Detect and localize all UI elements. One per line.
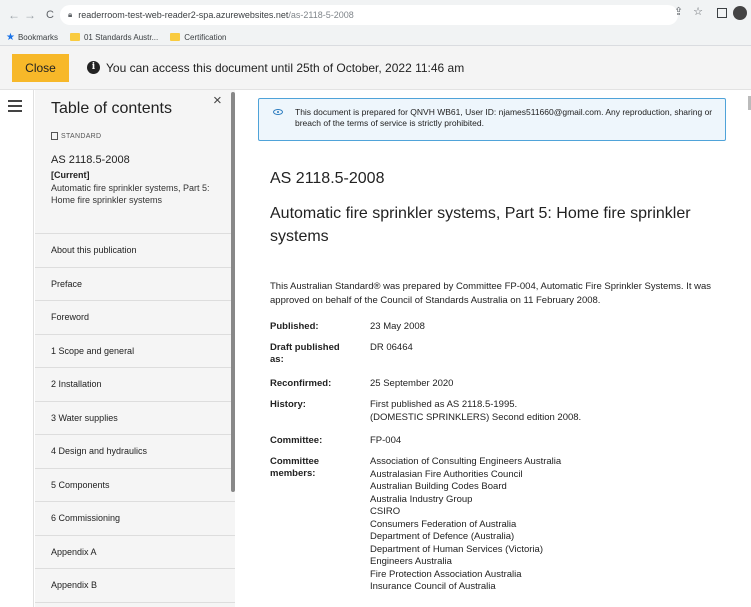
members-list: Association of Consulting Engineers Aust… bbox=[370, 456, 740, 594]
toc-list: About this publication Preface Foreword … bbox=[35, 233, 235, 603]
meta-key: Committee: bbox=[270, 435, 323, 446]
document-code: AS 2118.5-2008 bbox=[270, 170, 385, 187]
star-icon: ★ bbox=[6, 31, 15, 43]
history-line: (DOMESTIC SPRINKLERS) Second edition 200… bbox=[370, 411, 582, 423]
toc-item-water[interactable]: 3 Water supplies bbox=[35, 402, 235, 435]
toc-item-foreword[interactable]: Foreword bbox=[35, 301, 235, 335]
standard-status: [Current] bbox=[51, 170, 90, 180]
meta-value: FP-004 bbox=[370, 435, 402, 446]
back-arrow-icon[interactable]: ← bbox=[6, 8, 22, 22]
menu-icon[interactable] bbox=[8, 100, 22, 115]
history-line: First published as AS 2118.5-1995. bbox=[370, 399, 518, 410]
info-icon: i bbox=[87, 61, 100, 74]
eye-icon bbox=[273, 109, 283, 115]
toc-title: Table of contents bbox=[51, 100, 172, 117]
sidepanel-icon[interactable] bbox=[717, 8, 727, 18]
address-bar[interactable]: 🔒︎ readerroom-test-web-reader2-spa.azure… bbox=[60, 5, 678, 25]
member-item: Australasian Fire Authorities Council bbox=[370, 468, 523, 480]
close-icon[interactable]: × bbox=[213, 92, 222, 109]
badge-label: STANDARD bbox=[61, 132, 102, 140]
url-host: readerroom-test-web-reader2-spa.azureweb… bbox=[78, 10, 289, 20]
document-intro: This Australian Standard® was prepared b… bbox=[270, 281, 712, 306]
bookmark-certification[interactable]: Certification bbox=[170, 32, 227, 42]
toc-item-preface[interactable]: Preface bbox=[35, 268, 235, 301]
standard-id: AS 2118.5-2008 bbox=[51, 154, 130, 166]
bookmark-standards[interactable]: 01 Standards Austr... bbox=[69, 32, 159, 42]
url-path: /as-2118-5-2008 bbox=[288, 10, 354, 20]
meta-key: Reconfirmed: bbox=[270, 378, 332, 389]
folder-icon bbox=[69, 33, 80, 41]
profile-avatar[interactable] bbox=[733, 6, 747, 20]
document-content: This document is prepared for QNVH WB61,… bbox=[236, 90, 751, 607]
member-item: Insurance Council of Australia bbox=[370, 581, 496, 592]
left-rail bbox=[0, 90, 34, 607]
bookmark-label: Bookmarks bbox=[17, 32, 58, 42]
member-item: CSIRO bbox=[370, 506, 401, 517]
browser-toolbar: ← → C 🔒︎ readerroom-test-web-reader2-spa… bbox=[0, 0, 751, 29]
access-notice: Close i You can access this document unt… bbox=[0, 46, 751, 90]
member-item: Association of Consulting Engineers Aust… bbox=[370, 456, 562, 467]
bookmark-star-icon[interactable]: ☆ bbox=[693, 5, 703, 18]
reload-icon[interactable]: C bbox=[42, 9, 58, 21]
toc-item-about[interactable]: About this publication bbox=[35, 234, 235, 268]
meta-value: DR 06464 bbox=[370, 342, 413, 353]
toc-item-components[interactable]: 5 Components bbox=[35, 469, 235, 502]
meta-key: Draft published as: bbox=[270, 342, 340, 365]
toc-item-design[interactable]: 4 Design and hydraulics bbox=[35, 435, 235, 469]
member-item: Consumers Federation of Australia bbox=[370, 518, 517, 530]
member-item: Engineers Australia bbox=[370, 556, 452, 567]
standard-name: Automatic fire sprinkler systems, Part 5… bbox=[51, 183, 210, 205]
meta-value: 25 September 2020 bbox=[370, 378, 454, 389]
bookmark-label: Certification bbox=[184, 32, 227, 42]
meta-key: Committee members: bbox=[270, 456, 320, 479]
toc-item-appendix-b[interactable]: Appendix B bbox=[35, 569, 235, 603]
usage-alert: This document is prepared for QNVH WB61,… bbox=[258, 98, 726, 141]
toc-item-scope[interactable]: 1 Scope and general bbox=[35, 335, 235, 368]
alert-text: This document is prepared for QNVH WB61,… bbox=[295, 107, 713, 128]
bookmarks-link[interactable]: ★ Bookmarks bbox=[6, 32, 58, 43]
toc-item-commissioning[interactable]: 6 Commissioning bbox=[35, 502, 235, 536]
toc-scrollbar[interactable] bbox=[231, 92, 235, 492]
toc-item-installation[interactable]: 2 Installation bbox=[35, 368, 235, 402]
toc-item-appendix-a[interactable]: Appendix A bbox=[35, 536, 235, 569]
member-item: Department of Human Services (Victoria) bbox=[370, 543, 543, 555]
share-icon[interactable]: ⇪ bbox=[674, 5, 683, 18]
member-item: Department of Defence (Australia) bbox=[370, 531, 515, 542]
standard-badge: STANDARD bbox=[51, 132, 101, 140]
bookmark-label: 01 Standards Austr... bbox=[83, 32, 159, 42]
lock-icon: 🔒︎ bbox=[68, 10, 73, 19]
meta-value: 23 May 2008 bbox=[370, 321, 425, 332]
folder-icon bbox=[170, 33, 181, 41]
toc-panel: Table of contents × STANDARD AS 2118.5-2… bbox=[35, 90, 235, 607]
document-title: Automatic fire sprinkler systems, Part 5… bbox=[270, 205, 691, 245]
member-item: Australia Industry Group bbox=[370, 493, 473, 505]
document-icon bbox=[51, 132, 58, 140]
access-message: You can access this document until 25th … bbox=[106, 60, 465, 75]
forward-arrow-icon[interactable]: → bbox=[22, 8, 38, 22]
meta-value: First published as AS 2118.5-1995. (DOME… bbox=[370, 399, 740, 424]
meta-key: Published: bbox=[270, 321, 319, 332]
member-item: Fire Protection Association Australia bbox=[370, 568, 522, 580]
member-item: Australian Building Codes Board bbox=[370, 481, 507, 492]
meta-key: History: bbox=[270, 399, 306, 410]
bookmarks-bar: ★ Bookmarks 01 Standards Austr... Certif… bbox=[0, 29, 751, 46]
close-button[interactable]: Close bbox=[12, 53, 69, 82]
